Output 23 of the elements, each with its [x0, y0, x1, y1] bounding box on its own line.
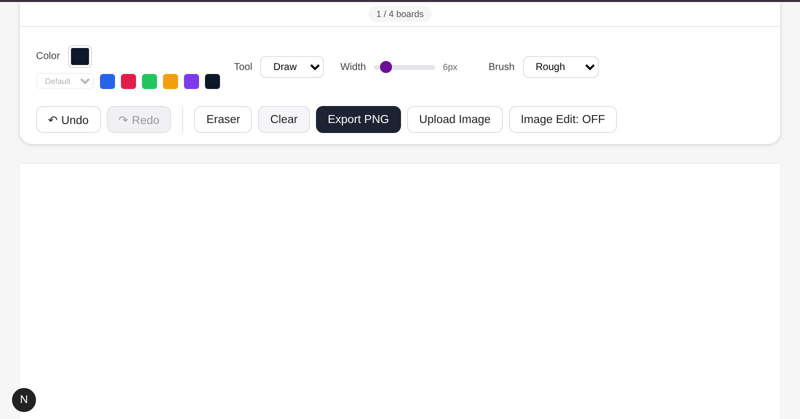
width-label: Width: [340, 62, 366, 72]
toolbar-button[interactable]: Clear: [258, 106, 310, 133]
color-swatch[interactable]: [184, 74, 199, 88]
color-swatch[interactable]: [121, 74, 136, 88]
brush-label: Brush: [488, 62, 515, 72]
dev-badge[interactable]: N: [12, 388, 36, 412]
color-swatch[interactable]: [163, 74, 178, 88]
color-swatch[interactable]: [205, 74, 220, 88]
toolbar-button[interactable]: ↶ Undo: [36, 106, 101, 133]
toolbar-button[interactable]: Export PNG: [316, 106, 402, 133]
width-value: 6px: [442, 62, 458, 72]
slider-thumb[interactable]: [380, 61, 392, 73]
color-swatch[interactable]: [142, 74, 157, 88]
toolbar-button[interactable]: Image Edit: OFF: [508, 106, 618, 133]
brush-select[interactable]: Rough: [522, 56, 599, 78]
board-counter: 1 / 4 boards: [368, 6, 432, 22]
tool-select[interactable]: Draw: [260, 56, 324, 78]
toolbar-button[interactable]: Eraser: [194, 106, 252, 133]
color-label: Color: [36, 51, 60, 62]
color-swatch[interactable]: [100, 74, 115, 88]
color-picker[interactable]: [68, 45, 92, 68]
toolbar-button[interactable]: Upload Image: [407, 106, 503, 133]
tool-label: Tool: [234, 62, 252, 72]
